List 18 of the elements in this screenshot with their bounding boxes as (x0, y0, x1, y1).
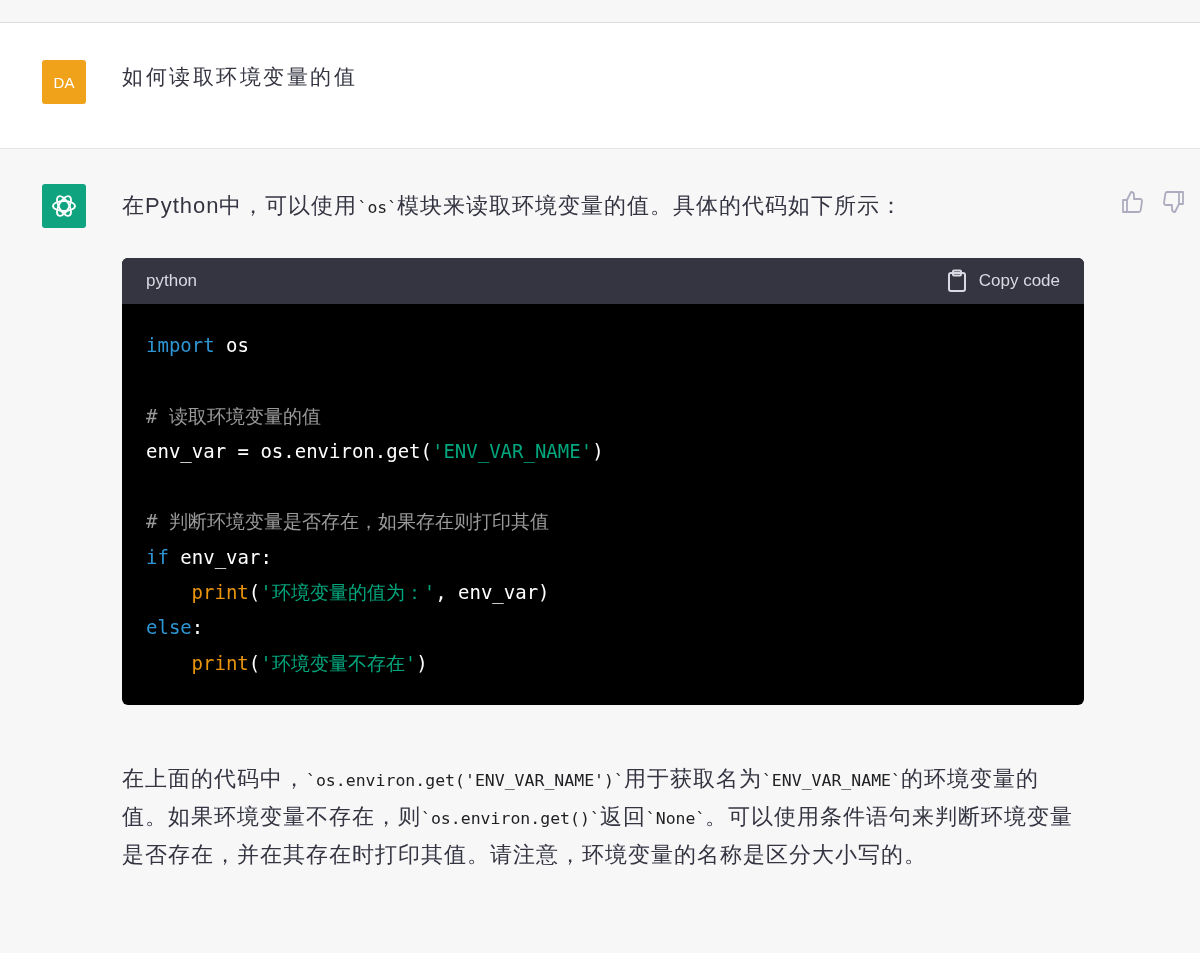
assistant-logo-icon (42, 184, 86, 228)
thumbs-down-icon[interactable] (1162, 190, 1186, 214)
clipboard-icon (946, 269, 967, 293)
code-line: # 读取环境变量的值 (146, 403, 321, 429)
code-line: env_var = os.environ.get('ENV_VAR_NAME') (146, 438, 604, 465)
code-line: print('环境变量不存在') (190, 650, 428, 676)
code-line: if env_var: (146, 544, 272, 571)
copy-code-button[interactable]: Copy code (946, 269, 1060, 293)
code-line: else: (146, 615, 204, 641)
code-line: # 判断环境变量是否存在，如果存在则打印其值 (146, 509, 549, 535)
code-line: print('环境变量的值为：', env_var) (190, 580, 550, 606)
answer-explanation: 在上面的代码中，`os.environ.get('ENV_VAR_NAME')`用于获取名为`ENV_VAR_NAME`的环境变量的值。如果环境变量不存在，则`os.environ.get()`返回`None`。可以使用条件语句来判断环境变量是否存在，并在其存在时打印其值。请注意，环境变量的名称是区分大小写的。 (122, 764, 1075, 869)
code-line: import os (146, 333, 249, 358)
thumbs-up-icon[interactable] (1120, 190, 1144, 214)
code-language: python (146, 271, 198, 291)
answer-intro: 在Python中，可以使用`os`模块来读取环境变量的值。具体的代码如下所示： (122, 192, 905, 220)
user-question: 如何读取环境变量的值 (122, 64, 357, 90)
user-avatar: DA (42, 60, 86, 104)
